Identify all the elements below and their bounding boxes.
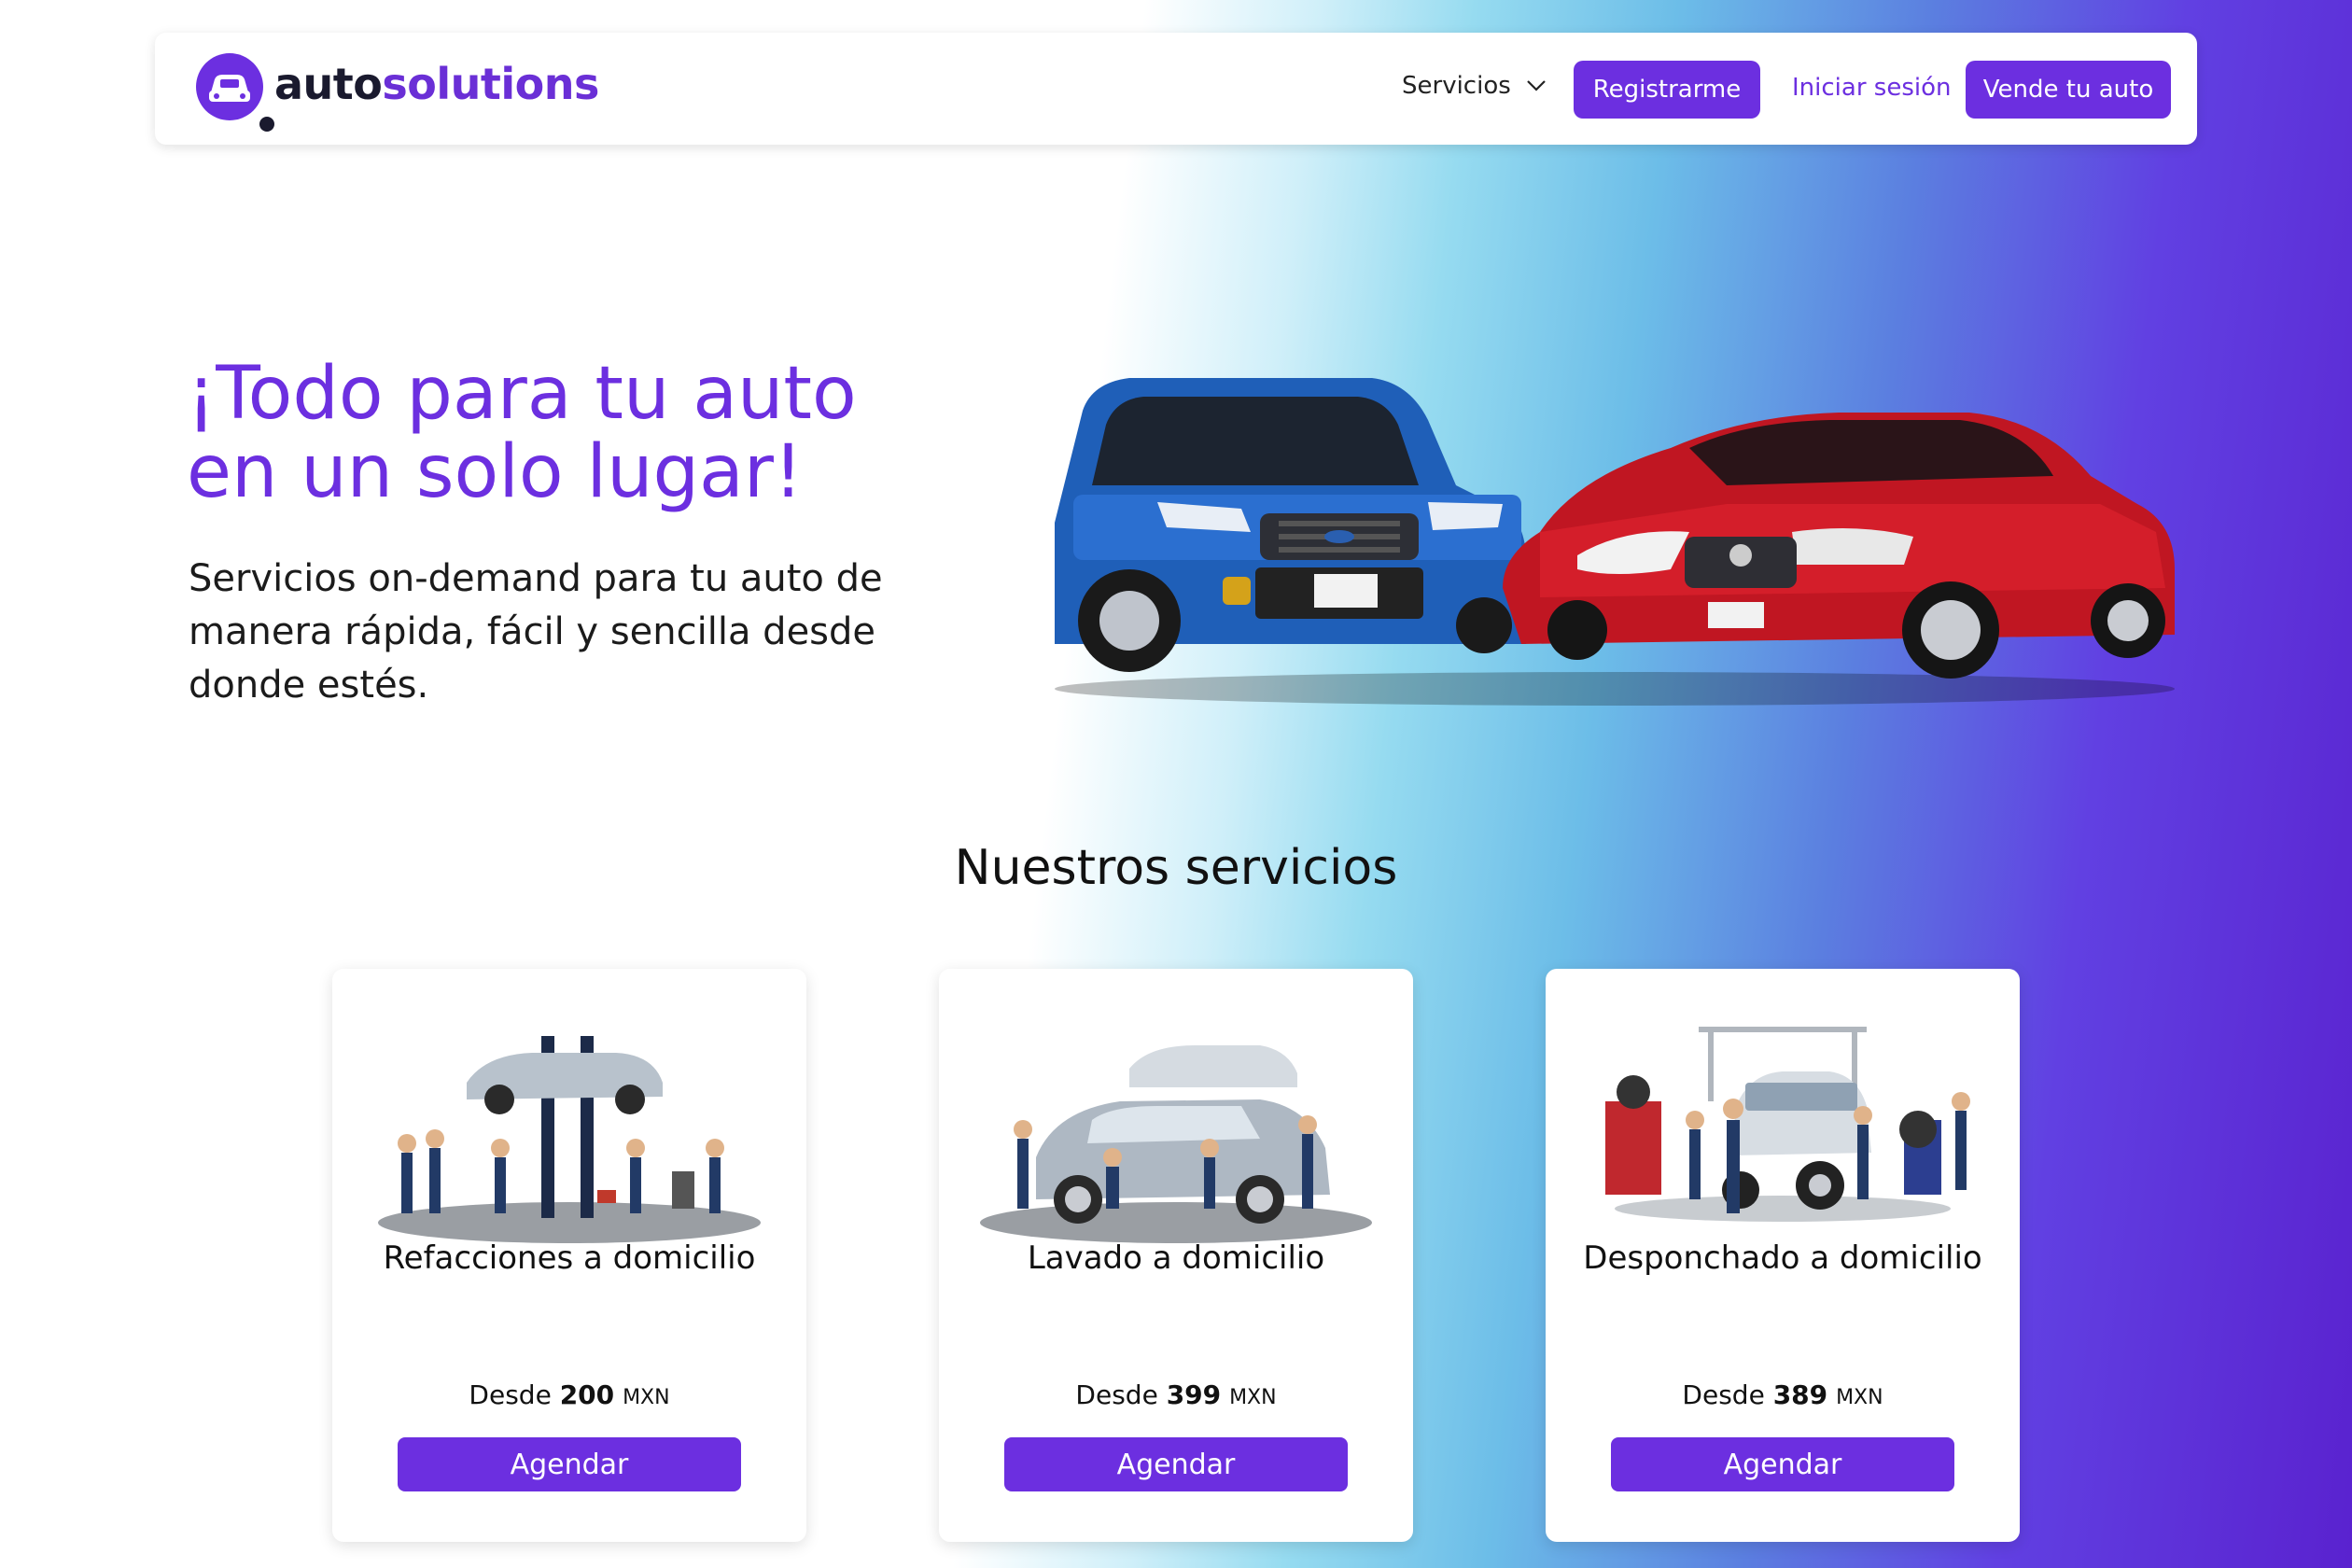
- blue-suv-illustration: [1055, 378, 1526, 672]
- card-title: Lavado a domicilio: [1027, 1239, 1325, 1277]
- login-link[interactable]: Iniciar sesión: [1792, 74, 1951, 102]
- brand-name: autosolutions: [274, 59, 599, 109]
- service-card-lavado: Lavado a domicilio Desde 399 MXN Agendar: [939, 969, 1413, 1542]
- car-wash-illustration: [980, 1045, 1372, 1243]
- card-price: Desde 399 MXN: [1075, 1379, 1277, 1410]
- card-price: Desde 389 MXN: [1682, 1379, 1883, 1410]
- hero-cars-image: [1055, 378, 2175, 706]
- service-card-desponchado: Desponchado a domicilio Desde 389 MXN Ag…: [1546, 969, 2020, 1542]
- schedule-button[interactable]: Agendar: [1004, 1437, 1348, 1491]
- brand-logo[interactable]: autosolutions: [194, 51, 599, 132]
- register-button[interactable]: Registrarme: [1574, 61, 1760, 119]
- services-section-title: Nuestros servicios: [954, 840, 1398, 896]
- services-dropdown[interactable]: Servicios: [1402, 72, 1547, 100]
- car-lift-repair-illustration: [378, 1036, 761, 1243]
- schedule-button[interactable]: Agendar: [1611, 1437, 1954, 1491]
- card-title: Desponchado a domicilio: [1583, 1239, 1982, 1277]
- car-chat-logo-icon: [196, 53, 274, 132]
- hero-title-line2: en un solo lugar!: [187, 430, 804, 514]
- red-sedan-illustration: [1503, 413, 2175, 679]
- tire-service-illustration: [1605, 1027, 1970, 1222]
- service-card-refacciones: Refacciones a domicilio Desde 200 MXN Ag…: [332, 969, 806, 1542]
- chevron-down-icon: [1527, 80, 1546, 91]
- card-title: Refacciones a domicilio: [383, 1239, 756, 1277]
- hero-subtitle: Servicios on-demand para tu auto de mane…: [189, 557, 883, 707]
- sell-car-button[interactable]: Vende tu auto: [1966, 61, 2171, 119]
- top-navbar: autosolutions Servicios Registrarme Inic…: [155, 33, 2197, 145]
- card-price: Desde 200 MXN: [469, 1379, 670, 1410]
- schedule-button[interactable]: Agendar: [398, 1437, 741, 1491]
- services-label: Servicios: [1402, 72, 1511, 100]
- hero-title: ¡Todo para tu auto en un solo lugar!: [187, 355, 1008, 511]
- hero-title-line1: ¡Todo para tu auto: [187, 352, 857, 436]
